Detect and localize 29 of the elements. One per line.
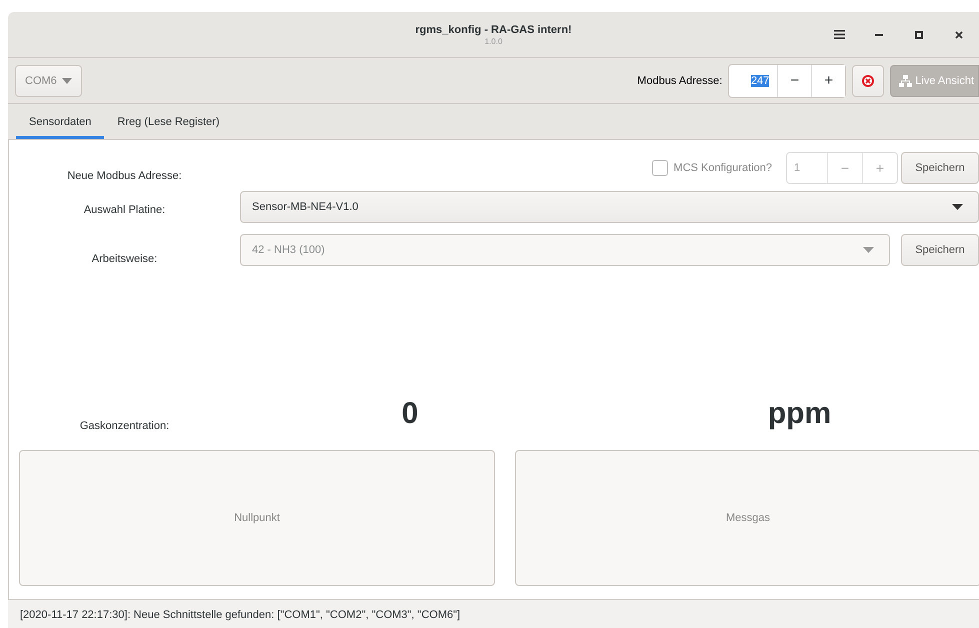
window-title: rgms_konfig - RA-GAS intern! <box>415 24 572 36</box>
close-icon[interactable] <box>955 30 963 38</box>
calibration-button[interactable]: Nullpunkt <box>19 450 495 586</box>
port-dropdown[interactable]: COM6 <box>15 64 82 96</box>
board-dropdown[interactable]: Sensor-MB-NE4-V1.0 <box>240 191 979 223</box>
new-address-label: Neue Modbus Adresse: <box>66 169 183 182</box>
version-label: 1.0.0 <box>484 36 502 46</box>
tab[interactable]: Sensordaten <box>16 107 104 139</box>
close-circle-icon <box>861 74 876 88</box>
network-icon <box>899 74 912 86</box>
board-label: Auswahl Platine: <box>82 202 166 216</box>
maximize-icon[interactable] <box>915 30 923 38</box>
menu-icon[interactable] <box>834 30 844 39</box>
tab[interactable]: Rreg (Lese Register) <box>104 107 232 139</box>
mode-label: Arbeitsweise: <box>90 252 158 265</box>
minimize-icon[interactable] <box>875 33 883 36</box>
dropdown-arrow-icon <box>62 78 72 84</box>
concentration-value: 0 <box>402 397 418 431</box>
save-button[interactable]: Speichern <box>901 234 979 266</box>
mcs-checkbox[interactable]: MCS Konfiguration? <box>652 160 772 176</box>
modbus-address-label: Modbus Adresse: <box>637 74 722 86</box>
gas-concentration-label: Gaskonzentration: <box>78 419 170 432</box>
disconnect-button[interactable] <box>852 64 884 96</box>
calibration-button[interactable]: Messgas <box>515 450 979 586</box>
dropdown-arrow-icon <box>952 204 963 210</box>
status-message: [2020-11-17 22:17:30]: Neue Schnittstelle gefunden: ["COM1", "COM2", "COM3", "COM6"] <box>20 609 460 621</box>
unit-label: ppm <box>768 397 832 431</box>
dropdown-arrow-icon <box>863 247 874 253</box>
save-button[interactable]: Speichern <box>901 152 979 184</box>
